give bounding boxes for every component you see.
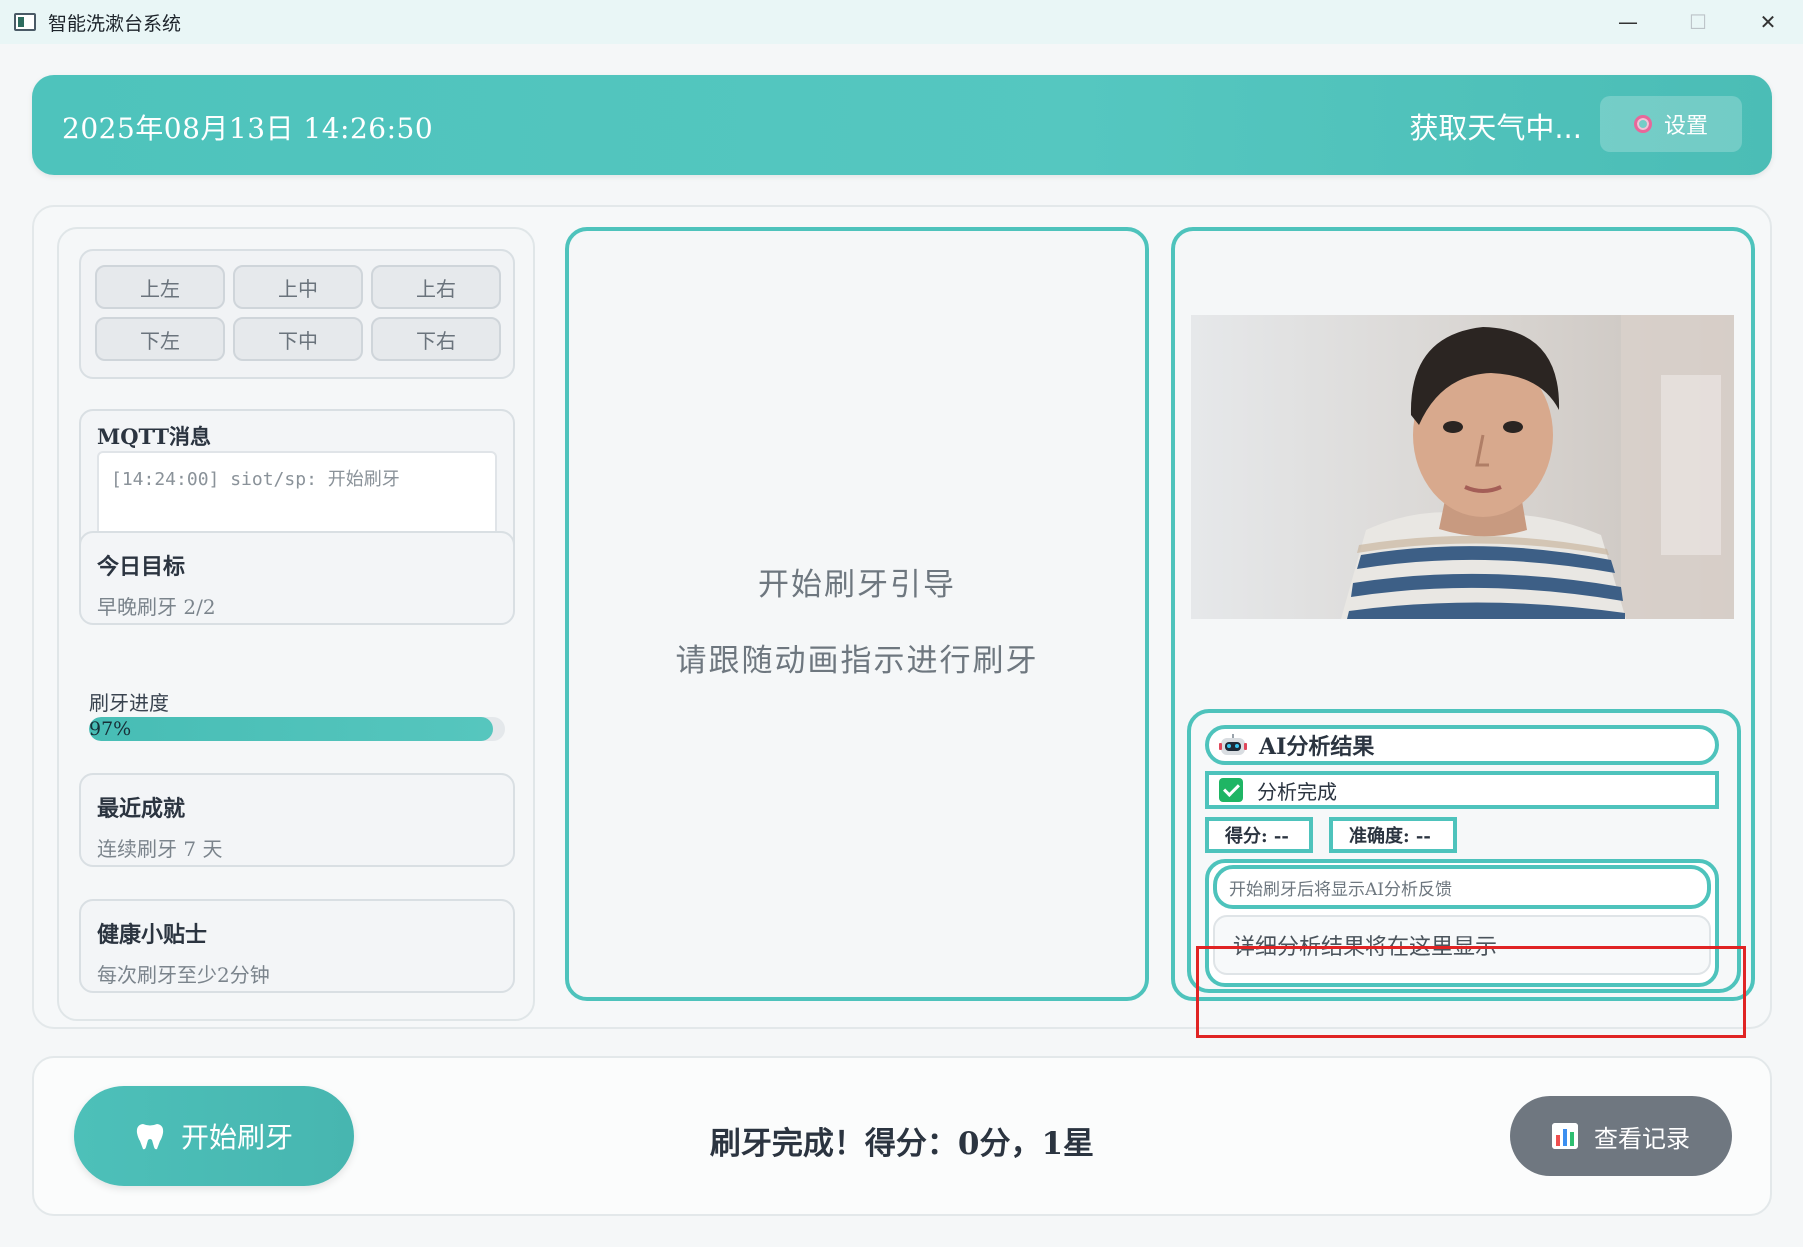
window-title: 智能洗漱台系统: [48, 12, 182, 35]
minimize-button[interactable]: —: [1593, 0, 1663, 44]
settings-label: 设置: [1663, 114, 1708, 139]
achievement-card: 最近成就 连续刷牙 7 天: [79, 773, 515, 867]
main-panel: 上左 上中 上右 下左 下中 下右 MQTT消息 [14:24:00] siot…: [32, 205, 1772, 1029]
guide-panel: 开始刷牙引导 请跟随动画指示进行刷牙: [565, 227, 1149, 1001]
achievement-text: 连续刷牙 7 天: [97, 837, 223, 861]
progress-fill: [89, 717, 493, 741]
direction-bottom-mid-button[interactable]: 下中: [233, 317, 363, 361]
camera-image: [1191, 315, 1734, 619]
direction-top-right-button[interactable]: 上右: [371, 265, 501, 309]
gear-icon: [1633, 115, 1652, 133]
right-panel: AI分析结果 分析完成 得分: -- 准确度: -- 开始刷牙后将显示AI分析反…: [1171, 227, 1755, 1001]
progress-text: 97%: [89, 718, 132, 740]
datetime-display: 2025年08月13日 14:26:50: [62, 112, 434, 145]
tip-title: 健康小贴士: [97, 922, 208, 948]
accuracy-metric: 准确度: --: [1329, 817, 1457, 853]
ai-header: AI分析结果: [1205, 725, 1719, 765]
progress-label: 刷牙进度: [89, 691, 169, 715]
direction-top-mid-button[interactable]: 上中: [233, 265, 363, 309]
score-metric: 得分: --: [1205, 817, 1313, 853]
tip-card: 健康小贴士 每次刷牙至少2分钟: [79, 899, 515, 993]
bottom-bar: 开始刷牙 刷牙完成！得分：0分，1星 查看记录: [32, 1056, 1772, 1216]
direction-bottom-right-button[interactable]: 下右: [371, 317, 501, 361]
left-sidebar: 上左 上中 上右 下左 下中 下右 MQTT消息 [14:24:00] siot…: [57, 227, 535, 1021]
progress-bar: 97%: [89, 717, 505, 741]
close-button[interactable]: ✕: [1733, 0, 1803, 44]
achievement-title: 最近成就: [97, 796, 186, 822]
app-icon: [14, 13, 36, 31]
bar-chart-icon: [1552, 1123, 1578, 1149]
view-records-button[interactable]: 查看记录: [1510, 1096, 1732, 1176]
maximize-button[interactable]: ☐: [1663, 0, 1733, 44]
robot-icon: [1219, 734, 1247, 755]
detail-result-text: 详细分析结果将在这里显示: [1213, 915, 1711, 975]
direction-top-left-button[interactable]: 上左: [95, 265, 225, 309]
settings-button[interactable]: 设置: [1600, 96, 1742, 152]
header-bar: 2025年08月13日 14:26:50 获取天气中... 设置: [32, 75, 1772, 175]
window-titlebar: 智能洗漱台系统 — ☐ ✕: [0, 0, 1803, 44]
feedback-text: 开始刷牙后将显示AI分析反馈: [1213, 865, 1711, 909]
view-records-label: 查看记录: [1594, 1124, 1690, 1153]
guide-title: 开始刷牙引导: [758, 567, 956, 603]
window-controls: — ☐ ✕: [1593, 0, 1803, 44]
ai-header-label: AI分析结果: [1259, 734, 1375, 760]
ai-status: 分析完成: [1205, 771, 1719, 809]
camera-feed: [1191, 315, 1734, 619]
weather-status: 获取天气中...: [1409, 111, 1582, 145]
direction-bottom-left-button[interactable]: 下左: [95, 317, 225, 361]
ai-status-label: 分析完成: [1257, 779, 1337, 804]
app-content: 2025年08月13日 14:26:50 获取天气中... 设置 上左 上中 上…: [0, 44, 1803, 1247]
ai-analysis-box: AI分析结果 分析完成 得分: -- 准确度: -- 开始刷牙后将显示AI分析反…: [1187, 709, 1741, 993]
feedback-panel: 开始刷牙后将显示AI分析反馈 详细分析结果将在这里显示: [1205, 859, 1719, 987]
direction-selector: 上左 上中 上右 下左 下中 下右: [79, 249, 515, 379]
check-icon: [1219, 778, 1243, 802]
goal-card: 今日目标 早晚刷牙 2/2: [79, 531, 515, 625]
mqtt-title: MQTT消息: [97, 424, 212, 449]
guide-subtitle: 请跟随动画指示进行刷牙: [675, 643, 1039, 679]
tip-text: 每次刷牙至少2分钟: [97, 963, 270, 987]
goal-text: 早晚刷牙 2/2: [97, 595, 216, 619]
goal-title: 今日目标: [97, 554, 186, 580]
